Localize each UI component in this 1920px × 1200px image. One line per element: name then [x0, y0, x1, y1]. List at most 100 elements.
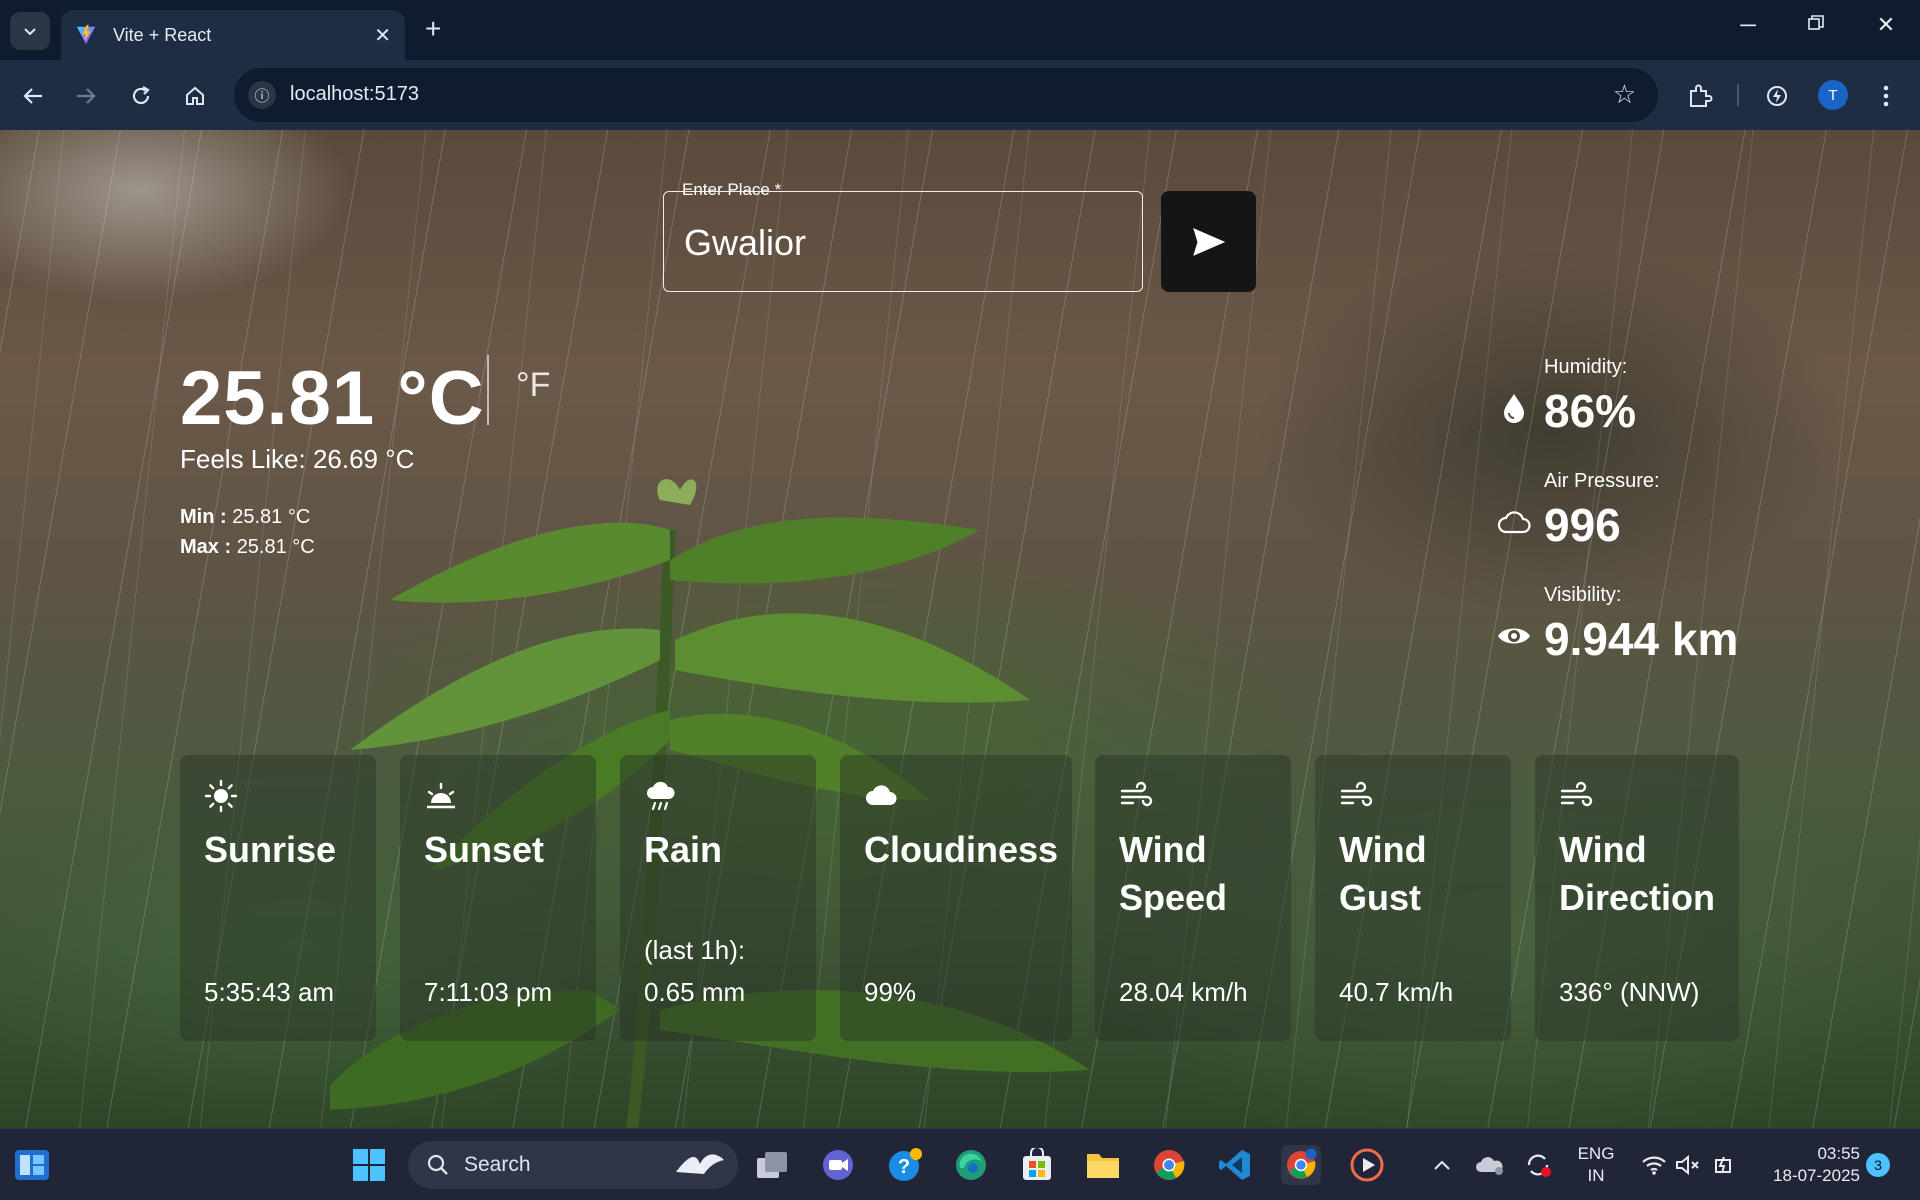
feels-like-text: Feels Like: 26.69 °C	[180, 444, 415, 474]
chrome-profile-icon[interactable]	[1281, 1145, 1321, 1185]
tab-title: Vite + React	[113, 24, 212, 45]
volume-muted-icon[interactable]	[1668, 1145, 1708, 1185]
performance-icon[interactable]	[1761, 80, 1793, 112]
close-window-button[interactable]: ✕	[1866, 12, 1906, 38]
humidity-stat: Humidity: 86%	[1496, 356, 1796, 446]
clock-date: 18-07-2025	[1773, 1166, 1860, 1185]
rain-title: Rain	[644, 829, 723, 870]
windows-logo-icon	[353, 1149, 385, 1181]
reload-icon[interactable]	[125, 80, 157, 112]
wind-direction-title-line1: Wind	[1559, 829, 1647, 870]
min-value: 25.81 °C	[232, 506, 311, 528]
air-pressure-label: Air Pressure:	[1544, 470, 1660, 492]
clock[interactable]: 03:55 18-07-2025	[1752, 1143, 1860, 1187]
language-line1: ENG	[1577, 1144, 1615, 1163]
bookmark-star-icon[interactable]: ☆	[1613, 79, 1636, 110]
wind-speed-title: Wind Speed	[1119, 826, 1267, 922]
water-drop-icon	[1504, 394, 1524, 423]
show-hidden-icons-chevron-icon[interactable]	[1422, 1145, 1462, 1185]
place-input[interactable]	[684, 222, 1104, 264]
taskbar-search-label: Search	[464, 1153, 531, 1176]
chevron-down-icon	[24, 28, 36, 36]
wind-speed-value: 28.04 km/h	[1119, 977, 1248, 1007]
taskbar-search[interactable]: Search	[408, 1141, 738, 1189]
minimize-button[interactable]: ─	[1728, 12, 1768, 38]
svg-text:?: ?	[898, 1156, 910, 1178]
visibility-stat: Visibility: 9.944 km	[1496, 584, 1796, 674]
temperature-block: 25.81 °C	[180, 355, 485, 442]
vite-favicon-icon	[76, 24, 96, 45]
wind-gust-title-line2: Gust	[1339, 877, 1422, 918]
sunrise-title: Sunrise	[204, 829, 337, 870]
search-submit-button[interactable]	[1161, 191, 1256, 292]
air-pressure-value: 996	[1544, 499, 1621, 551]
browser-toolbar: ⓘ localhost:5173 ☆ T	[0, 60, 1920, 130]
browser-titlebar: Vite + React ✕ + ─ ✕	[0, 0, 1920, 60]
back-icon[interactable]	[17, 80, 49, 112]
tab-close-icon[interactable]: ✕	[374, 23, 391, 48]
humidity-value: 86%	[1544, 385, 1637, 437]
language-indicator[interactable]: ENG IN	[1576, 1143, 1616, 1187]
search-icon	[427, 1154, 448, 1175]
address-bar[interactable]: ⓘ localhost:5173 ☆	[234, 68, 1658, 122]
visibility-value: 9.944 km	[1544, 613, 1739, 665]
notification-badge[interactable]: 3	[1866, 1153, 1890, 1177]
weather-app: Enter Place * 25.81 °C °F Feels Like: 26…	[0, 130, 1920, 1128]
min-temperature: Min : 25.81 °C	[180, 506, 310, 529]
task-view-icon[interactable]	[752, 1145, 792, 1185]
widgets-icon[interactable]	[12, 1145, 52, 1185]
clock-time: 03:55	[1817, 1144, 1860, 1163]
wind-direction-card: Wind Direction 336° (NNW)	[1535, 755, 1739, 1041]
wind-speed-card: Wind Speed 28.04 km/h	[1095, 755, 1291, 1041]
edge-icon[interactable]	[951, 1145, 991, 1185]
sunset-icon	[427, 782, 455, 809]
onedrive-icon[interactable]	[1470, 1145, 1510, 1185]
start-button[interactable]	[349, 1145, 389, 1185]
site-info-icon[interactable]: ⓘ	[248, 81, 276, 109]
search-highlight-bird-icon	[676, 1154, 724, 1174]
air-pressure-stat: Air Pressure: 996	[1496, 470, 1796, 560]
restore-button[interactable]	[1796, 12, 1836, 38]
max-value: 25.81 °C	[236, 536, 315, 558]
rain-card: Rain (last 1h): 0.65 mm	[620, 755, 816, 1041]
rain-period-label: (last 1h):	[644, 935, 746, 965]
wind-direction-value: 336° (NNW)	[1559, 977, 1700, 1007]
send-icon	[1192, 227, 1225, 256]
sunset-value: 7:11:03 pm	[424, 977, 553, 1007]
place-input-field[interactable]: Enter Place *	[663, 180, 1143, 292]
forward-icon[interactable]	[70, 80, 102, 112]
media-player-icon[interactable]	[1347, 1145, 1387, 1185]
language-line2: IN	[1587, 1166, 1605, 1185]
humidity-label: Humidity:	[1544, 356, 1628, 378]
wind-direction-title: Wind Direction	[1559, 826, 1715, 922]
profile-avatar[interactable]: T	[1818, 80, 1848, 110]
new-tab-button[interactable]: +	[425, 14, 441, 44]
microsoft-store-icon[interactable]	[1017, 1145, 1057, 1185]
wind-speed-title-line2: Speed	[1119, 877, 1228, 918]
vscode-icon[interactable]	[1215, 1145, 1255, 1185]
cloud-icon	[866, 785, 897, 805]
sunset-title: Sunset	[424, 829, 545, 870]
cloudiness-card: Cloudiness 99%	[840, 755, 1072, 1041]
chrome-icon[interactable]	[1149, 1145, 1189, 1185]
file-explorer-icon[interactable]	[1083, 1145, 1123, 1185]
extensions-icon[interactable]	[1684, 80, 1716, 112]
sunrise-value: 5:35:43 am	[204, 977, 335, 1007]
wind-direction-title-line2: Direction	[1559, 877, 1716, 918]
tab-search-button[interactable]	[10, 12, 50, 50]
wind-icon	[1560, 781, 1593, 807]
get-help-icon[interactable]: ?	[885, 1145, 925, 1185]
min-label: Min :	[180, 506, 227, 528]
cloud-outline-icon	[1497, 511, 1531, 534]
menu-kebab-icon[interactable]	[1870, 80, 1902, 112]
fahrenheit-toggle[interactable]: °F	[516, 366, 550, 405]
battery-charging-icon[interactable]	[1704, 1145, 1744, 1185]
visibility-label: Visibility:	[1544, 584, 1622, 606]
max-temperature: Max : 25.81 °C	[180, 536, 315, 559]
home-icon[interactable]	[179, 80, 211, 112]
browser-tab[interactable]: Vite + React ✕	[61, 10, 405, 60]
sync-status-icon[interactable]	[1518, 1145, 1558, 1185]
meet-app-icon[interactable]	[818, 1145, 858, 1185]
toolbar-separator	[1737, 84, 1739, 106]
windows-taskbar: Search ? ENG IN 03:55 18-07-2025 3	[0, 1128, 1920, 1200]
